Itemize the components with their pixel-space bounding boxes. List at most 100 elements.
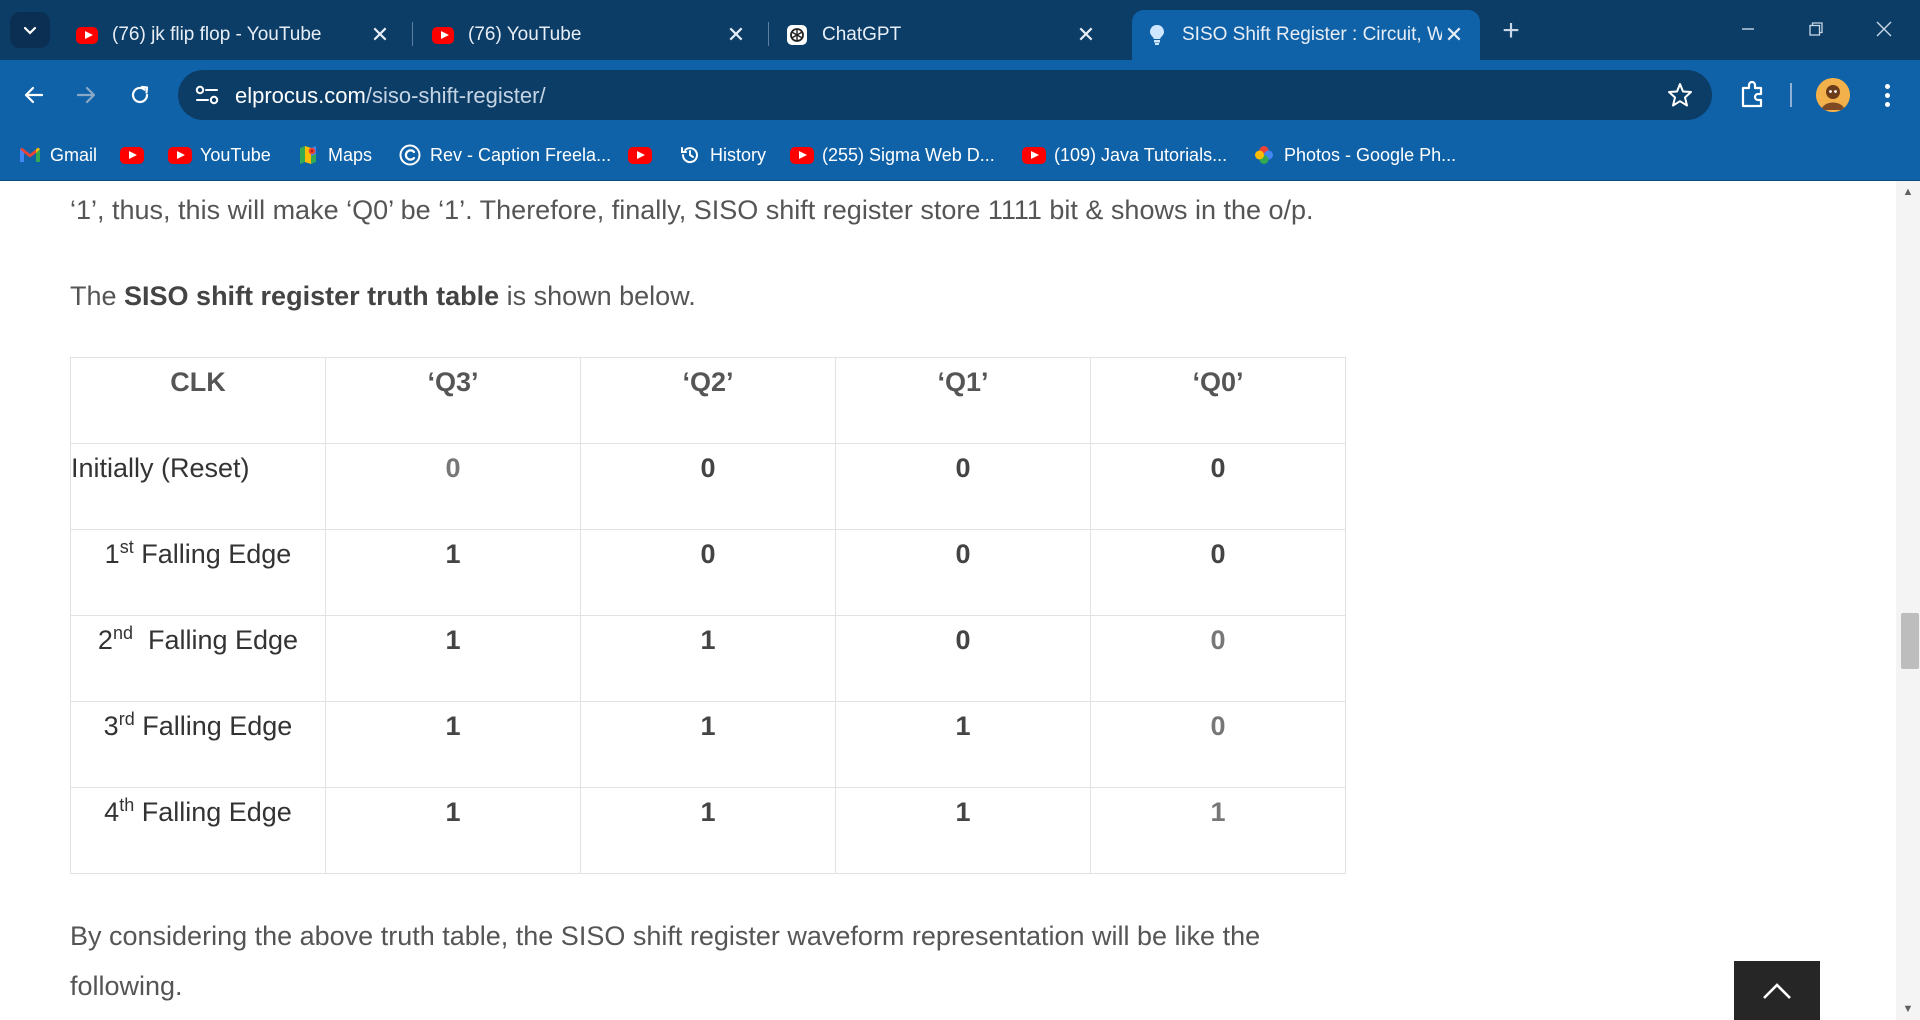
clk-cell: Initially (Reset) [70,443,326,530]
youtube-icon [120,145,144,165]
tab-jk-flip-flop[interactable]: (76) jk flip flop - YouTube ✕ [62,10,406,60]
bookmark-maps[interactable]: Maps [296,139,372,171]
clk-ordinal: st [119,537,134,557]
table-intro-post: is shown below. [499,281,696,311]
scroll-up-arrow-icon[interactable]: ▲ [1901,185,1915,199]
bookmark-label: Rev - Caption Freela... [430,144,612,165]
table-intro-pre: The [70,281,125,311]
q2-cell: 1 [580,615,836,702]
url-path: /siso-shift-register/ [365,83,546,108]
window-close-button[interactable] [1864,14,1904,44]
tab-title: (76) YouTube [468,24,582,45]
table-intro-bold: SISO shift register truth table [124,281,500,311]
reload-button[interactable] [120,75,160,115]
scroll-down-arrow-icon[interactable]: ▼ [1901,1002,1915,1016]
google-photos-icon [1252,145,1276,165]
browser-menu-button[interactable] [1872,80,1902,110]
restore-button[interactable] [1796,14,1836,44]
scrollbar-thumb[interactable] [1901,613,1919,669]
clk-label: Falling Edge [134,711,293,741]
bookmark-history[interactable]: History [678,139,766,171]
maps-icon [296,145,320,165]
reload-icon [131,85,149,104]
table-row: Initially (Reset) 0 0 0 0 [70,443,1346,530]
bookmark-java-tutorials[interactable]: (109) Java Tutorials... [1022,139,1227,171]
q1-cell: 1 [835,701,1091,788]
tab-divider [768,22,769,46]
table-header-cell: CLK [70,357,326,444]
tab-siso-shift-register[interactable]: SISO Shift Register : Circuit, Wo ✕ [1132,10,1480,60]
tab-title: ChatGPT [822,24,902,45]
toolbar-divider [1790,83,1792,107]
tab-chatgpt[interactable]: ChatGPT ✕ [772,10,1112,60]
clk-cell: 2nd Falling Edge [70,615,326,702]
extensions-icon[interactable] [1736,78,1770,112]
q3-cell: 1 [325,529,581,616]
youtube-icon [628,145,652,165]
back-to-top-button[interactable] [1734,961,1820,1020]
bookmark-label: History [710,144,767,165]
q1-cell: 0 [835,529,1091,616]
clk-ordinal: th [119,795,135,815]
page-scrollbar[interactable]: ▲ ▼ [1896,181,1920,1020]
avatar-icon [1816,78,1850,112]
arrow-right-icon [76,86,96,104]
table-header-cell: ‘Q1’ [835,357,1091,444]
minimize-button[interactable] [1728,14,1768,44]
back-button[interactable] [14,75,54,115]
bookmark-label: YouTube [200,144,271,165]
youtube-icon [432,24,454,46]
bookmark-youtube-2[interactable] [628,139,660,171]
intro-paragraph: ‘1’, thus, this will make ‘Q0’ be ‘1’. T… [70,195,1314,225]
url-domain: elprocus.com [235,83,366,108]
bookmark-gmail[interactable]: Gmail [18,139,97,171]
chatgpt-icon [786,24,808,46]
new-tab-button[interactable]: + [1496,14,1526,47]
close-icon[interactable]: ✕ [368,22,392,47]
site-info-icon[interactable] [194,83,220,107]
q2-cell: 0 [580,443,836,530]
clk-cell: 3rd Falling Edge [70,701,326,788]
bookmark-google-photos[interactable]: Photos - Google Ph... [1252,139,1456,171]
clk-number: 2 [97,625,113,655]
tab-search-button[interactable] [10,12,50,48]
close-icon[interactable]: ✕ [1074,22,1098,47]
bookmark-star-icon[interactable] [1666,81,1694,109]
bookmark-youtube-1[interactable] [120,139,152,171]
address-bar[interactable]: elprocus.com/siso-shift-register/ [178,70,1712,120]
q2-cell: 1 [580,787,836,874]
clk-label: Falling Edge [133,539,292,569]
toolbar: elprocus.com/siso-shift-register/ [0,60,1920,129]
bookmarks-bar: Gmail YouTube Maps Rev - Caption Freela.… [0,129,1920,181]
bookmark-label: (255) Sigma Web D... [822,144,995,165]
table-row: 3rd Falling Edge 1 1 1 0 [70,701,1346,788]
q1-cell: 0 [835,615,1091,702]
url-text[interactable]: elprocus.com/siso-shift-register/ [235,83,546,109]
youtube-icon [790,145,814,165]
bookmark-label: Photos - Google Ph... [1284,144,1457,165]
table-header-cell: ‘Q2’ [580,357,836,444]
table-row: 1st Falling Edge 1 0 0 0 [70,529,1346,616]
q0-cell: 0 [1090,529,1346,616]
close-icon[interactable]: ✕ [1442,22,1466,47]
q1-cell: 0 [835,443,1091,530]
outro-paragraph: By considering the above truth table, th… [70,911,1260,1011]
table-row: 4th Falling Edge 1 1 1 1 [70,787,1346,874]
clk-label: Falling Edge [134,797,292,827]
outro-line-2: following. [70,971,183,1001]
bookmark-sigma-web[interactable]: (255) Sigma Web D... [790,139,995,171]
bookmark-rev[interactable]: Rev - Caption Freela... [398,139,611,171]
forward-button[interactable] [66,75,106,115]
tab-divider [412,22,413,46]
close-icon[interactable]: ✕ [724,22,748,47]
bulb-icon [1146,24,1168,46]
q1-cell: 1 [835,787,1091,874]
table-intro-paragraph: The SISO shift register truth table is s… [70,271,696,321]
profile-avatar[interactable] [1816,78,1850,112]
bookmark-label: Gmail [50,144,98,165]
tab-youtube[interactable]: (76) YouTube ✕ [418,10,762,60]
close-icon [1876,21,1892,37]
clk-number: 4 [104,797,120,827]
q0-cell: 0 [1090,443,1346,530]
bookmark-youtube[interactable]: YouTube [168,139,271,171]
